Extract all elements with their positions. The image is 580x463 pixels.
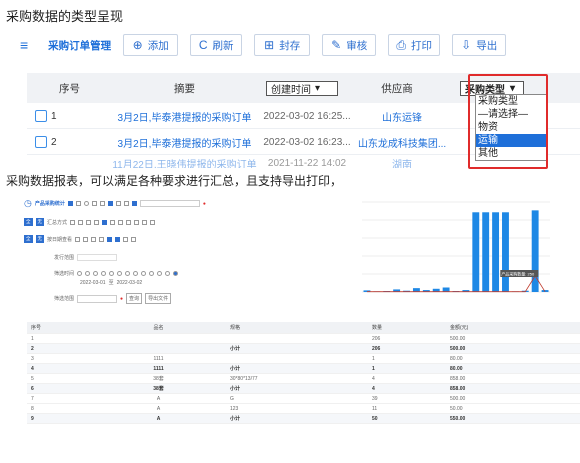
chart-bar[interactable] [502,212,509,292]
report-cell: 80.00 [450,365,463,372]
filter-panel: ◷ 产品采购统计 ● 全无汇总方式 全无按日期查看 发行范围 筛选时间 2022-0… [24,198,206,304]
report-cell: 206 [372,345,381,352]
report-cell: A [156,395,161,402]
print-button[interactable]: ⎙ 打印 [388,34,441,56]
search-button[interactable]: 查询 [126,293,143,304]
report-row: 序号 品名 规格 数量 金额(元) [27,322,580,334]
row-checkbox[interactable] [35,110,47,122]
refresh-icon: C [198,38,208,52]
download-icon: ⇩ [461,38,472,52]
menu-icon[interactable]: ≡ [20,37,28,53]
report-cell: 品名 [153,325,164,331]
report-cell: 11 [372,405,378,412]
report-cell: 小计 [230,416,241,422]
report-cell: 序号 [31,325,42,331]
report-table: 序号 品名 规格 数量 金额(元) 1 206 500.00 2 小计 206 500.00 3 1111… [27,322,580,424]
report-cell: 500.00 [450,345,466,352]
report-row: 9 A 小计 50 550.00 [27,414,580,424]
report-row: 6 38套 小计 4 858.00 [27,384,580,394]
report-cell: 858.00 [450,385,466,392]
report-row: 2 小计 206 500.00 [27,344,580,354]
row-summary-link[interactable]: 3月2日,毕泰港提报的采购订单 [112,109,257,124]
report-cell: 1111 [153,365,164,372]
chevron-down-icon: ▾ [315,82,321,94]
report-cell: 1 [31,335,34,342]
report-cell: 8 [31,405,34,412]
report-cell: 858.00 [450,375,466,382]
report-cell: 小计 [230,346,241,352]
audit-button[interactable]: ✎ 审核 [322,34,377,56]
report-cell: 1111 [153,355,164,362]
date-to[interactable]: 2022-03-02 [117,280,143,286]
report-cell: 500.00 [450,395,466,402]
report-cell: A [156,405,161,412]
add-button[interactable]: ⊕ 添加 [123,34,179,56]
report-cell: 38套 [153,386,164,392]
chart-svg: 产品采购数量: 250 [362,201,550,293]
report-cell: 38套 [153,376,164,382]
chart-tooltip-text: 产品采购数量: 250 [501,271,535,277]
report-row: 8 A 123 11 50.00 [27,404,580,414]
report-cell: 规格 [230,325,241,331]
report-cell: 5 [31,375,34,382]
report-cell: 30*80*13/77 [230,375,258,382]
chart-bar[interactable] [492,212,500,292]
edit-icon: ✎ [331,38,342,52]
report-cell: 1 [372,365,375,372]
bar-chart: 产品采购数量: 250 [340,194,580,306]
printer-icon: ⎙ [396,37,406,52]
header-no: 序号 [59,82,80,95]
report-cell: 206 [372,335,381,342]
report-row: 4 1111 小计 1 80.00 [27,364,580,374]
report-row: 7 A G 39 500.00 [27,394,580,404]
report-cell: A [156,415,161,422]
export-button[interactable]: ⇩ 导出 [452,34,507,56]
header-supplier[interactable]: 供应商 [347,81,447,96]
report-cell: 数量 [372,325,383,331]
report-cell: 80.00 [450,355,463,362]
row-summary-link[interactable]: 3月2日,毕泰港提报的采购订单 [112,135,257,150]
chart-bar[interactable] [472,212,480,292]
chart-bar[interactable] [482,212,490,292]
toolbar: ≡ 采购订单管理 ⊕ 添加 C 刷新 ⊞ 封存 ✎ 审核 ⎙ 打印 ⇩ 导出 [20,34,518,56]
report-row: 5 38套 30*80*13/77 4 858.00 [27,374,580,384]
report-cell: G [230,395,234,402]
report-cell: 6 [31,385,34,392]
toolbar-title: 采购订单管理 [48,39,112,52]
report-cell: 9 [31,415,34,422]
report-cell: 金额(元) [450,325,469,331]
row-checkbox[interactable] [35,136,47,148]
export-file-button[interactable]: 导出文件 [145,293,172,304]
header-created-select[interactable]: 创建时间 ▾ [266,80,338,96]
report-cell: 小计 [230,386,241,392]
chart-line [366,275,546,293]
header-summary[interactable]: 摘要 [112,81,257,96]
report-cell: 50 [372,415,378,422]
date-from[interactable]: 2022-03-01 [80,280,106,286]
report-cell: 3 [31,355,34,362]
report-cell: 500.00 [450,335,466,342]
report-cell: 1 [372,355,375,362]
report-cell: 50.00 [450,405,463,412]
report-cell: 4 [372,375,375,382]
report-cell: 7 [31,395,34,402]
report-cell: 550.00 [450,415,466,422]
report-cell: 2 [31,345,34,352]
close-icon[interactable]: ● [203,201,206,207]
archive-icon: ⊞ [264,38,275,52]
report-cell: 4 [31,365,34,372]
report-cell: 123 [230,405,239,412]
refresh-button[interactable]: C 刷新 [190,34,243,56]
archive-button[interactable]: ⊞ 封存 [254,34,311,56]
report-row: 1 206 500.00 [27,334,580,344]
plus-circle-icon: ⊕ [132,38,143,52]
report-cell: 39 [372,395,378,402]
clock-icon: ◷ [24,198,32,208]
section-title-report: 采购数据报表，可以满足各种要求进行汇总，且支持导出打印， [6,174,343,188]
report-row: 3 1111 1 80.00 [27,354,580,364]
highlight-box [468,74,548,169]
section-title-types: 采购数据的类型呈现 [6,9,124,24]
report-cell: 4 [372,385,375,392]
report-cell: 小计 [230,366,241,372]
